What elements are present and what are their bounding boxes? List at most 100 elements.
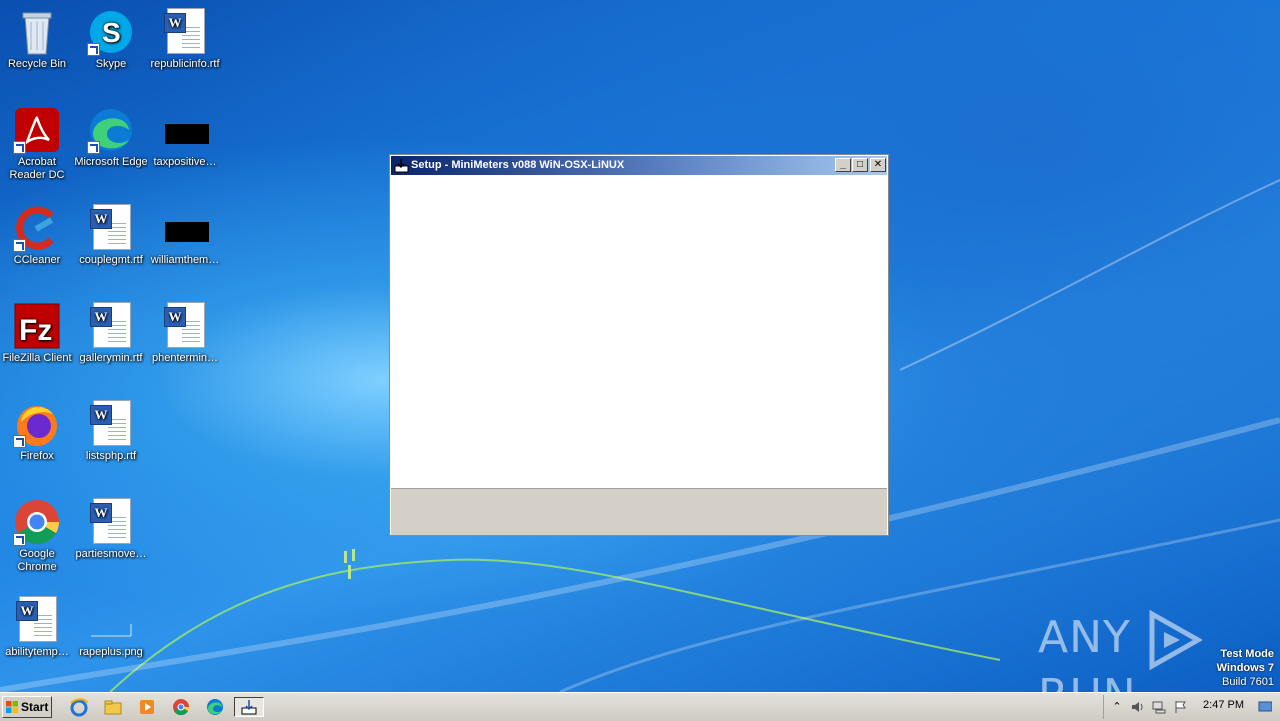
desktop-icon-label: couplegmt.rtf [79, 254, 143, 266]
chrome-icon [13, 498, 61, 546]
taskbar-clock[interactable]: 2:47 PM [1203, 699, 1244, 711]
setup-installer-icon [241, 700, 257, 715]
desktop-icon-gallerymin[interactable]: W gallerymin.rtf [74, 298, 148, 384]
test-mode-label: Test Mode [1220, 648, 1274, 660]
chrome-icon [173, 699, 190, 716]
desktop-icon-google-chrome[interactable]: Google Chrome [0, 494, 74, 580]
desktop-icon-label: Acrobat Reader DC [9, 156, 65, 181]
desktop-icon-microsoft-edge[interactable]: Microsoft Edge [74, 102, 148, 188]
desktop-icon-label: partiesmove… [75, 548, 147, 560]
filezilla-icon: Fz [13, 302, 61, 350]
shortcut-arrow-icon [87, 43, 100, 56]
desktop-icon-ccleaner[interactable]: CCleaner [0, 200, 74, 286]
desktop-icon-williamthem[interactable]: williamthem… [148, 200, 222, 286]
desktop-icon-phentermin[interactable]: W phentermin… [148, 298, 222, 384]
close-button[interactable]: ✕ [870, 158, 886, 172]
desktop-icon-rapeplus[interactable]: rapeplus.png [74, 592, 148, 678]
taskbar-media-player[interactable] [136, 697, 158, 717]
windows-flag-icon [6, 701, 18, 713]
os-label: Windows 7 [1216, 662, 1274, 674]
desktop-icon-label: williamthem… [150, 254, 220, 266]
image-file-icon [87, 596, 135, 644]
desktop-icon-skype[interactable]: S Skype [74, 4, 148, 90]
explorer-folder-icon [104, 700, 122, 715]
shortcut-arrow-icon [13, 435, 26, 448]
build-label: Build 7601 [1222, 676, 1274, 688]
shortcut-arrow-icon [13, 141, 26, 154]
desktop-icon-label: gallerymin.rtf [79, 352, 143, 364]
desktop-icon-abilitytemp[interactable]: W abilitytemp… [0, 592, 74, 678]
word-document-icon: W [13, 596, 61, 644]
watermark-brand-left: ANY [1038, 612, 1131, 663]
desktop-icon-label: CCleaner [13, 254, 61, 266]
svg-text:Fz: Fz [19, 314, 52, 347]
desktop-icon-label: Microsoft Edge [74, 156, 148, 168]
recycle-bin-icon [13, 8, 61, 56]
desktop-icon-firefox[interactable]: Firefox [0, 396, 74, 482]
redacted-file-icon [161, 106, 209, 154]
start-label: Start [21, 700, 49, 714]
internet-explorer-icon [70, 698, 88, 717]
shortcut-arrow-icon [13, 533, 26, 546]
desktop-icon-couplegmt[interactable]: W couplegmt.rtf [74, 200, 148, 286]
window-content-area [391, 175, 887, 488]
desktop-icon-label: republicinfo.rtf [150, 58, 220, 70]
volume-icon[interactable] [1130, 700, 1144, 714]
desktop-icon-label: Firefox [20, 450, 54, 462]
desktop-icon-listsphp[interactable]: W listsphp.rtf [74, 396, 148, 482]
show-hidden-icons-icon[interactable]: ⌃ [1110, 700, 1124, 714]
desktop-icon-republicinfo[interactable]: W republicinfo.rtf [148, 4, 222, 90]
window-title: Setup - MiniMeters v088 WiN-OSX-LiNUX [411, 159, 625, 171]
taskbar-internet-explorer[interactable] [68, 697, 90, 717]
taskbar-edge[interactable] [204, 697, 226, 717]
desktop-icon-label: phentermin… [151, 352, 219, 364]
test-mode-notice: Test Mode Windows 7 Build 7601 [1217, 647, 1274, 689]
edge-icon [207, 699, 223, 715]
skype-icon: S [87, 8, 135, 56]
word-document-icon: W [87, 498, 135, 546]
word-document-icon: W [87, 204, 135, 252]
action-center-flag-icon[interactable] [1174, 700, 1188, 714]
redacted-file-icon [161, 204, 209, 252]
desktop-icon-label: listsphp.rtf [85, 450, 137, 462]
word-document-icon: W [161, 302, 209, 350]
desktop-icon-filezilla[interactable]: Fz FileZilla Client [0, 298, 74, 384]
firefox-icon [13, 400, 61, 448]
taskbar: Start ⌃ 2:47 PM [0, 692, 1280, 721]
desktop-icon-recycle-bin[interactable]: Recycle Bin [0, 4, 74, 90]
desktop-icon-label: Recycle Bin [7, 58, 67, 70]
shortcut-arrow-icon [87, 141, 100, 154]
taskbar-explorer[interactable] [102, 697, 124, 717]
window-titlebar[interactable]: Setup - MiniMeters v088 WiN-OSX-LiNUX _ … [391, 156, 887, 175]
desktop-icon-label: taxpositive… [153, 156, 217, 168]
word-document-icon: W [161, 8, 209, 56]
desktop-icon-taxpositive[interactable]: taxpositive… [148, 102, 222, 188]
start-button[interactable]: Start [2, 696, 52, 718]
setup-window: Setup - MiniMeters v088 WiN-OSX-LiNUX _ … [389, 154, 889, 536]
acrobat-icon [13, 106, 61, 154]
show-desktop-icon[interactable] [1258, 700, 1272, 714]
word-document-icon: W [87, 400, 135, 448]
window-button-panel [391, 488, 887, 535]
ccleaner-icon [13, 204, 61, 252]
svg-text:S: S [102, 17, 121, 48]
maximize-button[interactable]: □ [852, 158, 868, 172]
system-tray: ⌃ 2:47 PM [1103, 695, 1280, 719]
desktop: Recycle Bin Acrobat Reader DC CCleaner F… [0, 0, 1280, 692]
desktop-icon-label: FileZilla Client [2, 352, 72, 364]
edge-icon [87, 106, 135, 154]
taskbar-setup-installer[interactable] [234, 697, 264, 717]
desktop-icon-acrobat[interactable]: Acrobat Reader DC [0, 102, 74, 188]
word-document-icon: W [87, 302, 135, 350]
watermark-brand-right: RUN [1038, 670, 1137, 692]
desktop-icon-partiesmove[interactable]: W partiesmove… [74, 494, 148, 580]
play-logo-icon [1149, 610, 1202, 670]
desktop-icon-label: Skype [95, 58, 127, 70]
taskbar-chrome[interactable] [170, 697, 192, 717]
minimize-button[interactable]: _ [835, 158, 851, 172]
setup-installer-icon [394, 159, 409, 173]
desktop-icon-label: rapeplus.png [79, 646, 143, 658]
network-icon[interactable] [1152, 700, 1166, 714]
shortcut-arrow-icon [13, 239, 26, 252]
desktop-icon-label: abilitytemp… [5, 646, 69, 658]
